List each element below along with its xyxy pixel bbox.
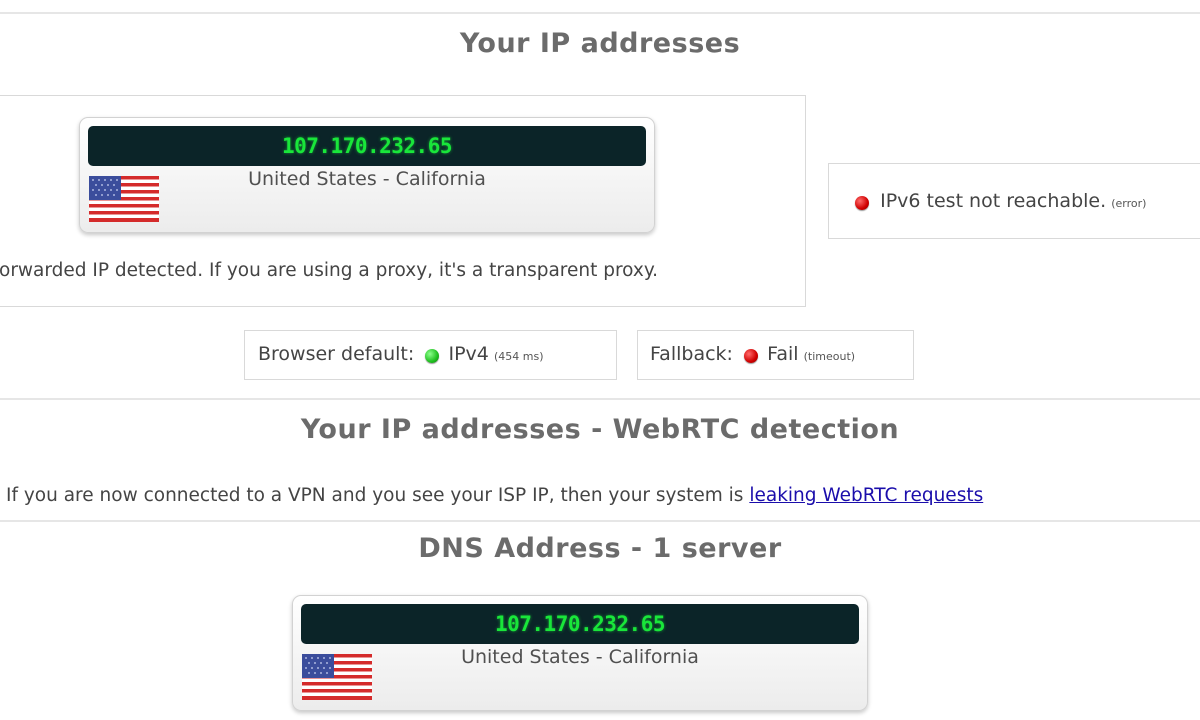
ip-section-title: Your IP addresses bbox=[459, 28, 741, 59]
dns-card: 107.170.232.65 United States - Californi… bbox=[292, 595, 868, 711]
browser-default-value: IPv4 bbox=[448, 343, 489, 365]
status-error-icon bbox=[744, 348, 759, 363]
ip-card: 107.170.232.65 United States - Californi… bbox=[79, 117, 655, 233]
webrtc-section-title: Your IP addresses - WebRTC detection bbox=[300, 414, 900, 445]
dns-ip-address[interactable]: 107.170.232.65 bbox=[301, 604, 859, 644]
divider bbox=[0, 398, 1200, 400]
dns-section-title: DNS Address - 1 server bbox=[418, 533, 782, 564]
webrtc-notice-text: If you are now connected to a VPN and yo… bbox=[6, 485, 744, 506]
fallback-panel: Fallback: Fail (timeout) bbox=[637, 330, 914, 380]
browser-default-note: (454 ms) bbox=[493, 350, 544, 363]
ip-location: United States - California bbox=[248, 168, 486, 190]
forwarded-ip-notice: orwarded IP detected. If you are using a… bbox=[0, 260, 659, 281]
browser-default-panel: Browser default: IPv4 (454 ms) bbox=[244, 330, 617, 380]
ipv6-status-text: IPv6 test not reachable. bbox=[880, 190, 1107, 212]
fallback-value: Fail bbox=[767, 343, 799, 365]
divider bbox=[0, 520, 1200, 522]
status-ok-icon bbox=[425, 348, 440, 363]
ipv6-status-note: (error) bbox=[1111, 197, 1147, 210]
ip-address[interactable]: 107.170.232.65 bbox=[88, 126, 646, 166]
ipv6-panel: IPv6 test not reachable. (error) bbox=[828, 163, 1200, 239]
fallback-note: (timeout) bbox=[803, 350, 856, 363]
browser-default-label: Browser default: bbox=[258, 343, 415, 365]
ip-panel: 107.170.232.65 United States - Californi… bbox=[0, 95, 806, 307]
divider bbox=[0, 12, 1200, 14]
fallback-label: Fallback: bbox=[650, 343, 733, 365]
status-error-icon bbox=[855, 195, 869, 210]
webrtc-leak-link[interactable]: leaking WebRTC requests bbox=[749, 485, 983, 506]
dns-location: United States - California bbox=[461, 646, 699, 668]
webrtc-notice: If you are now connected to a VPN and yo… bbox=[6, 485, 983, 506]
